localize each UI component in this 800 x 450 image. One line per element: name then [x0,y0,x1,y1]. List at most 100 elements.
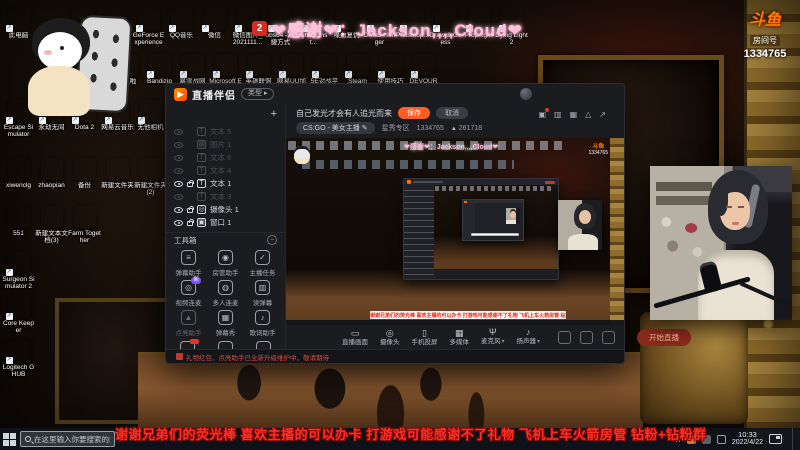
shortcut-arrow-icon: ↗ [146,71,154,78]
toolbar-item[interactable]: ♪ 扬声器▾ [517,328,541,346]
quick-button[interactable] [580,330,594,344]
tool-item[interactable]: ◍ 多人连麦 [207,280,244,307]
source-row[interactable]: T 文本 5 [166,125,285,138]
chevron-down-icon[interactable]: ▾ [537,339,540,345]
avatar[interactable] [520,88,532,100]
desktop-icon[interactable]: 新建文本文档(3) [35,206,68,244]
tool-icon: ◉ [218,250,233,266]
tool-item[interactable]: ▥ 读弹幕 [244,280,281,307]
visibility-eye-icon[interactable] [174,154,183,161]
mini-mini-window [462,199,524,241]
search-placeholder: 在这里输入你要搜索的内容 [34,434,110,444]
desktop-icon-folder[interactable]: xiwenclg [2,158,35,196]
stream-title-input[interactable]: 自己发光才会有人追光而来 [296,108,392,119]
start-stream-button[interactable]: 开始直播 [637,328,692,346]
desktop-icon[interactable]: 551 [2,206,35,244]
stream-preview-canvas[interactable]: ❤感谢❤：Jackson,,,,Cloud❤ 斗鱼 1334765 谢谢兄弟们的… [286,138,624,325]
visibility-eye-icon[interactable] [174,219,183,226]
zone-label: 星秀专区 [381,125,410,132]
lock-icon[interactable] [187,219,194,227]
source-row[interactable]: ▣ 窗口 1 [166,216,285,229]
tool-item[interactable]: ▦ 弹幕秀 [207,310,244,337]
toolbar-item[interactable]: ◎ 摄像头 [380,328,400,346]
app-icon: ↗ [179,54,204,78]
header-icon[interactable]: ▥ [554,110,562,120]
quick-button[interactable] [558,330,572,344]
tool-item[interactable]: ▲ 点亮助手 [170,310,207,337]
mini-desktop-icons [302,160,514,169]
desktop-icon[interactable]: ↗ Logitech G HUB [2,340,35,378]
category-pill[interactable]: CS:GO - 美女主播 ✎ [296,122,375,134]
shortcut-arrow-icon: ↗ [104,117,112,124]
visibility-eye-icon[interactable] [174,206,183,213]
source-row[interactable]: T 文本 3 [166,190,285,203]
tool-icon-partial[interactable] [218,341,233,349]
desktop-icon-folder[interactable]: 新建文件夹 [101,158,134,196]
visibility-eye-icon[interactable] [174,193,183,200]
header-icon[interactable]: △ [585,110,591,120]
visibility-eye-icon[interactable] [174,141,183,148]
tool-item[interactable]: ◉ 房管助手 [207,250,244,277]
streamer-lips [732,222,739,225]
desktop-icon[interactable]: Farm Together [68,206,101,244]
source-type-icon: T [197,166,206,176]
tool-icon-partial[interactable] [180,339,199,349]
add-scene-button[interactable]: + [271,108,277,120]
desktop-icon[interactable]: ↗ QQ音乐 [165,8,198,46]
chevron-down-icon[interactable]: ▾ [502,339,505,345]
source-row[interactable]: T 文本 6 [166,151,285,164]
desktop-icon-folder[interactable]: zhaopian [35,158,68,196]
lock-icon[interactable] [187,180,194,188]
visibility-eye-icon[interactable] [174,128,183,135]
type-badge[interactable]: 类型 ▸ [241,88,275,100]
notification-icon[interactable] [769,434,782,444]
mini-gold-frame [610,138,624,325]
taskbar-search[interactable]: 在这里输入你要搜索的内容 [20,431,115,447]
source-row[interactable]: T 文本 1 [166,177,285,190]
tool-item[interactable]: 新 ◎ 视频连麦 [170,277,207,307]
show-desktop-button[interactable] [792,428,796,450]
visibility-eye-icon[interactable] [174,167,183,174]
desktop-icon[interactable]: ↗ 无他相机 [134,100,167,138]
toolbar-item[interactable]: ▦ 多媒体 [450,328,470,346]
status-bar: 礼物红包、点亮助手已全新升级维护中，敬请期待 [166,349,624,363]
visibility-eye-icon[interactable] [174,180,183,187]
save-button[interactable]: 保存 [398,107,430,119]
source-row[interactable]: ◎ 摄像头 1 [166,203,285,216]
desktop-icon[interactable]: ↗ 微信 [198,8,231,46]
app-icon: ↗ [137,100,162,124]
window-titlebar: ▶ 直播伴侣 类型 ▸ [166,84,624,104]
shortcut-arrow-icon: ↗ [38,117,46,124]
source-name: 图片 1 [210,140,232,150]
shortcut-arrow-icon: ↗ [278,71,286,78]
header-icon[interactable]: ▣ [538,108,550,120]
quick-button[interactable] [602,330,616,344]
desktop-icon[interactable]: ↗ Core Keeper [2,296,35,334]
shortcut-arrow-icon: ↗ [377,71,385,78]
tool-item[interactable]: ≡ 弹幕助手 [170,250,207,277]
desktop-icon-folder[interactable]: 新建文件夹(2) [134,158,167,196]
desktop-icon[interactable]: ↗ GeForce Experience [132,8,165,46]
tool-item[interactable]: ✓ 主播任务 [244,250,281,277]
desktop-icon-folder[interactable]: 备份 [68,158,101,196]
tool-item[interactable]: ♪ 歌词助手 [244,310,281,337]
header-icon[interactable]: ↗ [599,110,606,120]
start-button[interactable] [0,428,18,450]
source-row[interactable]: ▦ 图片 1 [166,138,285,151]
lock-icon[interactable] [187,206,194,214]
toolbar-item[interactable]: ▯ 手机投屏 [412,328,438,346]
folder-icon [74,158,96,180]
tool-icon: ▲ [181,310,196,326]
cancel-button[interactable]: 取消 [436,107,468,119]
header-icon[interactable]: ▦ [570,110,578,120]
toolbar-item[interactable]: ▭ 直播画面 [342,328,368,346]
heat-icon: ▲ [450,125,457,132]
tool-icon-partial[interactable] [256,341,271,349]
collapse-toolbox-button[interactable]: − [267,235,277,246]
mini-source-panel [404,185,434,279]
shortcut-arrow-icon: ↗ [137,117,145,124]
desktop-icon[interactable]: ↗ Surgeon Simulator 2 [2,252,35,290]
mini-webcam [558,200,602,250]
toolbar-item[interactable]: Ψ 麦克风▾ [481,328,505,346]
source-row[interactable]: T 文本 4 [166,164,285,177]
